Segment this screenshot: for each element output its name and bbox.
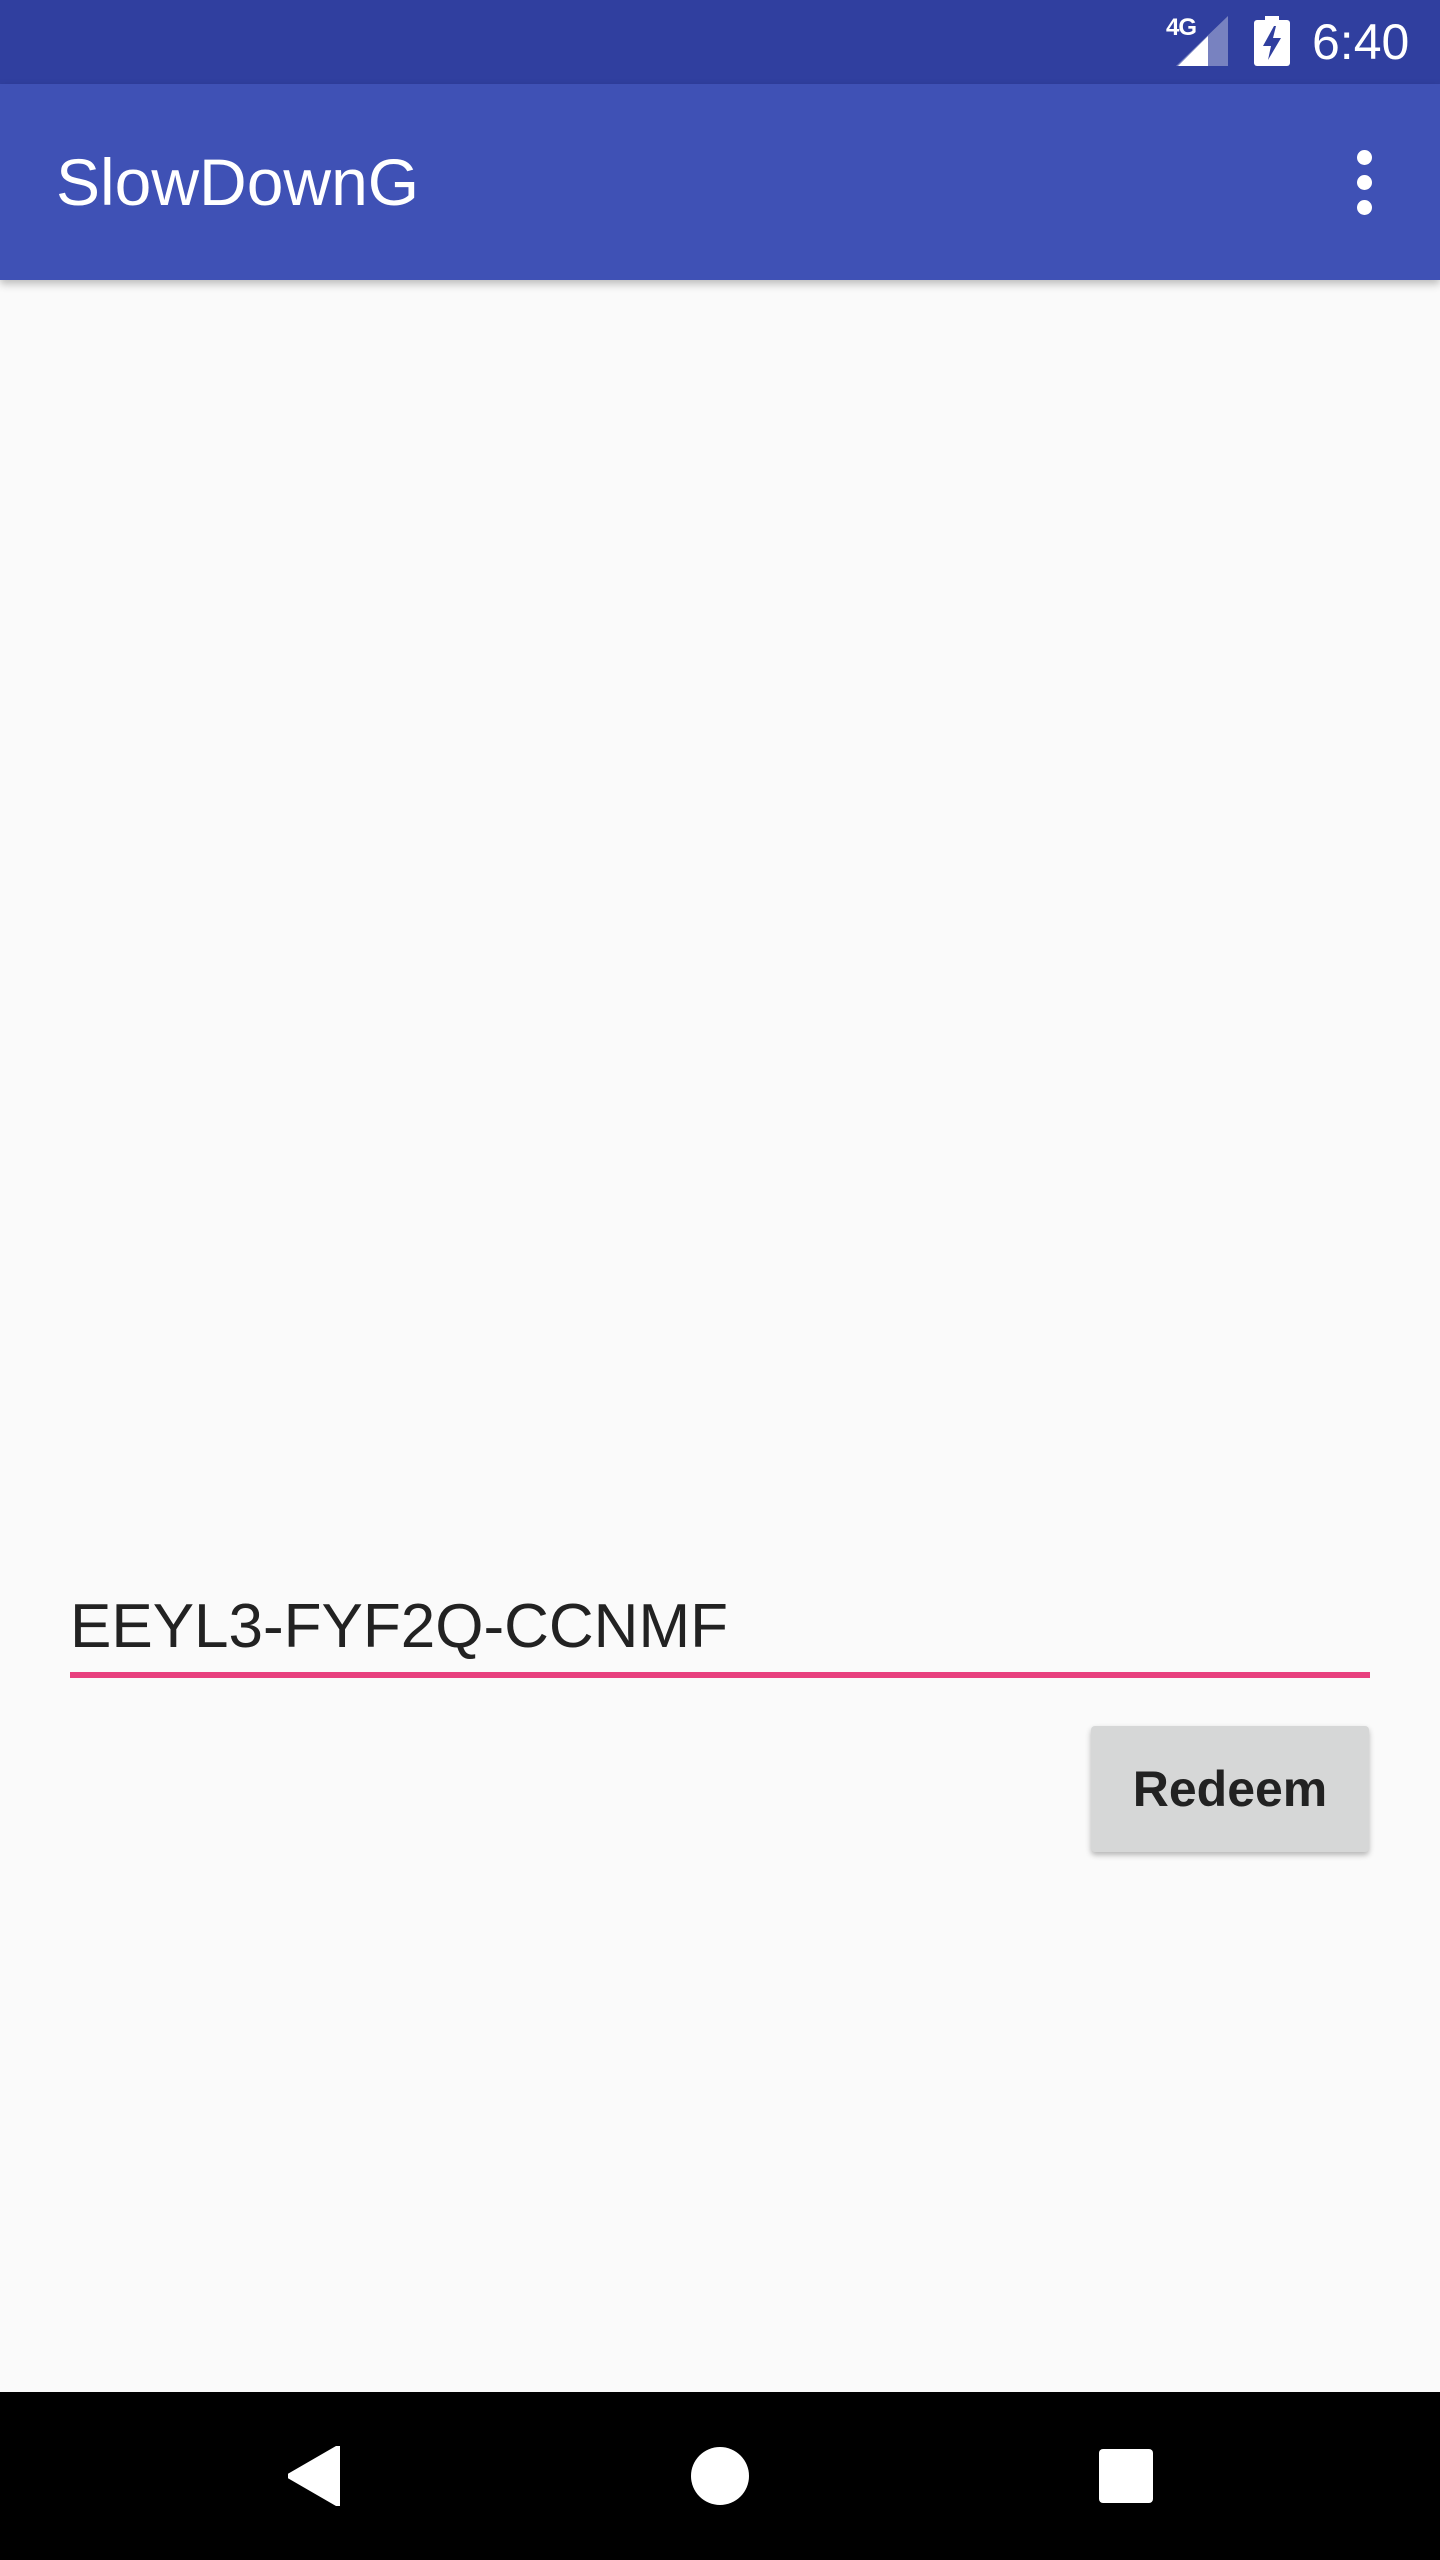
more-options-button[interactable] [1328, 138, 1400, 226]
navigation-bar [0, 2392, 1440, 2560]
status-bar: 4G 6:40 [0, 0, 1440, 84]
more-vert-icon [1356, 149, 1372, 165]
more-vert-icon-dot [1356, 199, 1372, 215]
recents-icon[interactable] [1099, 2449, 1153, 2503]
battery-charging-icon [1254, 16, 1290, 66]
home-icon[interactable] [691, 2447, 749, 2505]
app-title: SlowDownG [56, 145, 420, 219]
redeem-button[interactable]: Redeem [1091, 1726, 1369, 1852]
clock: 6:40 [1312, 14, 1410, 70]
signal-icon [1176, 16, 1228, 66]
redeem-code-input[interactable] [70, 1580, 1370, 1678]
back-icon[interactable] [288, 2446, 340, 2506]
app-bar: SlowDownG [0, 84, 1440, 280]
more-vert-icon-dot [1356, 174, 1372, 190]
